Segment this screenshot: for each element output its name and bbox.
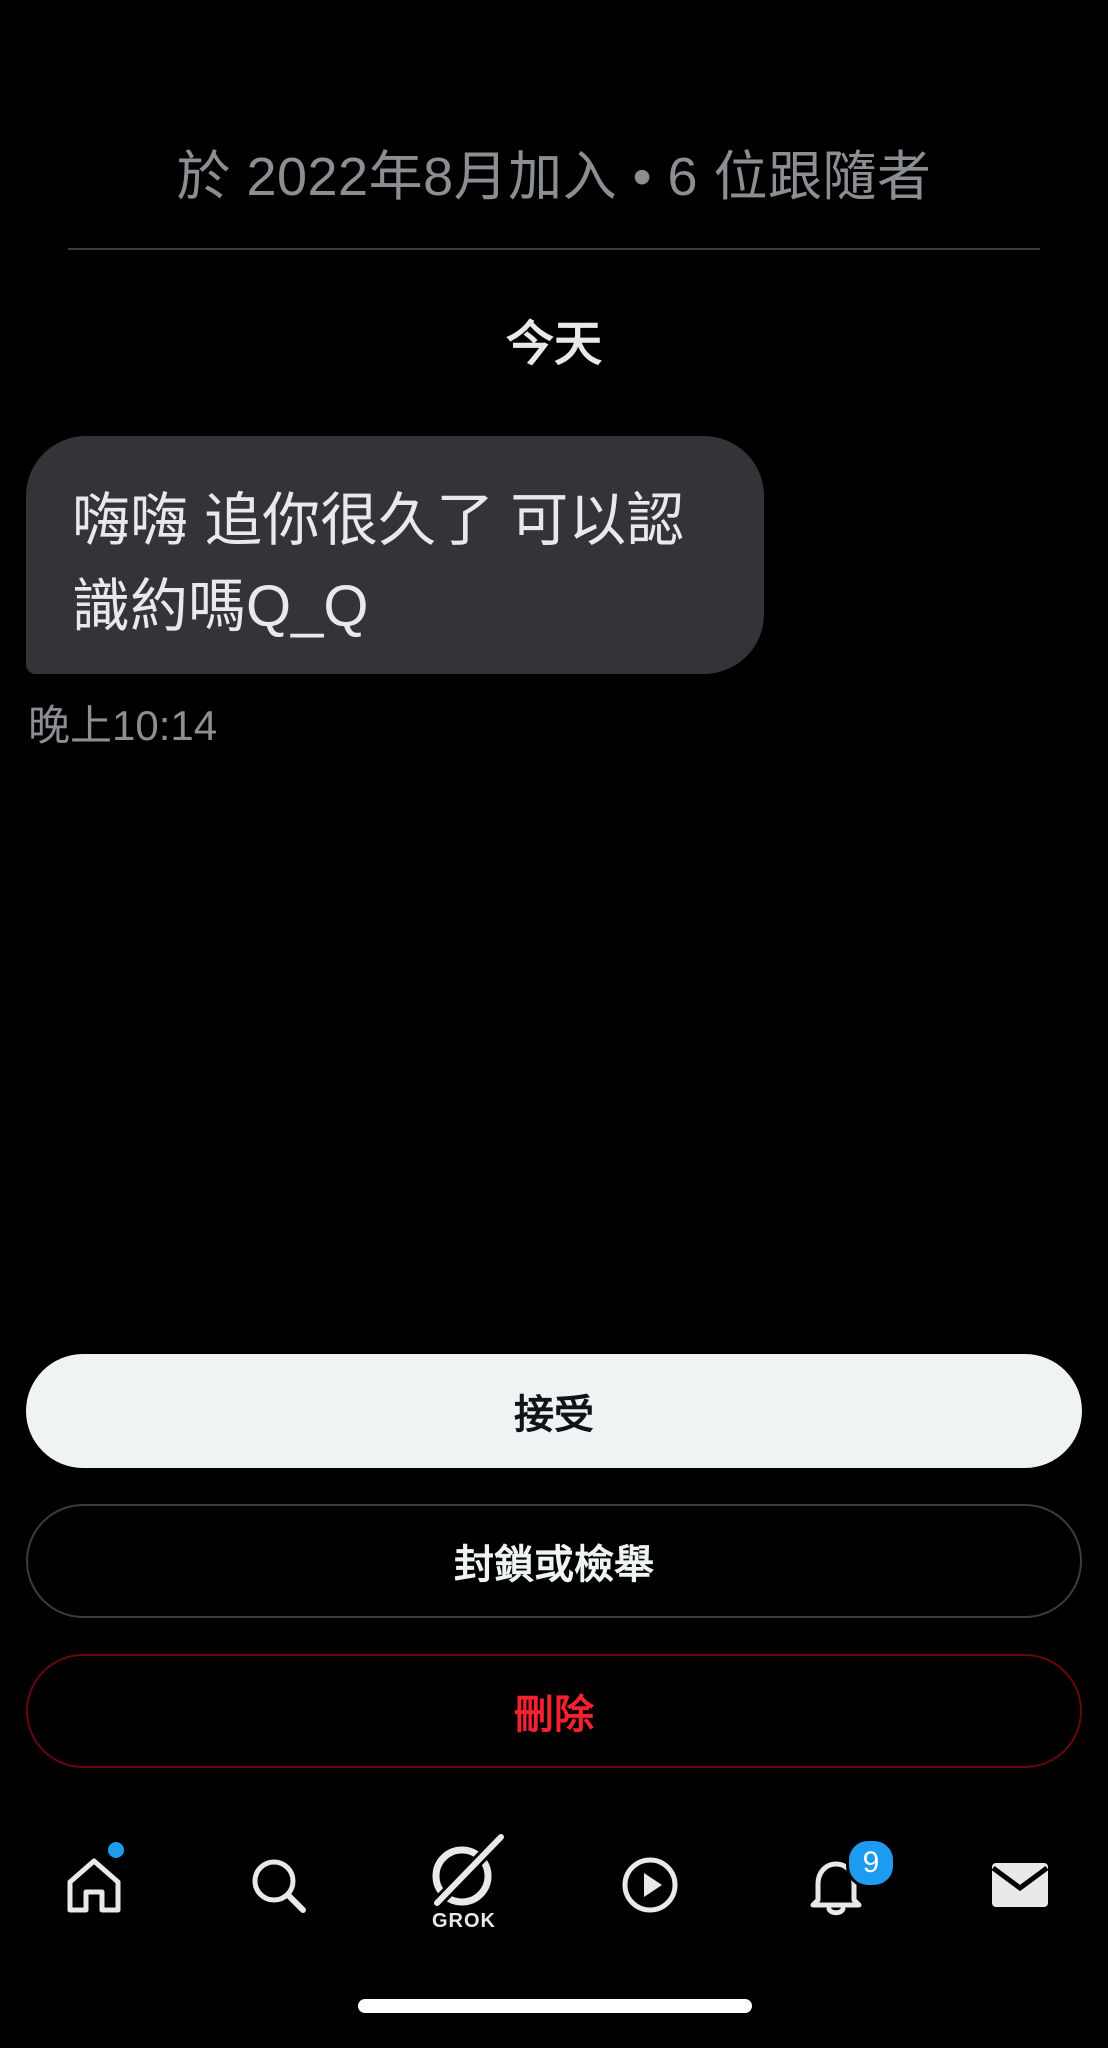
message-text-line2: 識約嗎Q_Q [72,574,369,639]
tab-video[interactable] [580,1820,720,1950]
tab-messages[interactable] [950,1820,1090,1950]
accept-button[interactable]: 接受 [26,1354,1082,1468]
play-icon [622,1857,678,1913]
message-text-line1: 嗨嗨 追你很久了 可以認 [72,488,685,553]
tab-grok[interactable]: GROK [394,1820,534,1950]
message-bubble[interactable]: 嗨嗨 追你很久了 可以認 識約嗎Q_Q [26,436,764,674]
divider [68,248,1040,250]
tab-search[interactable] [208,1820,348,1950]
mail-icon [991,1863,1049,1907]
tab-home[interactable] [24,1820,164,1950]
day-label: 今天 [505,318,602,371]
home-indicator [358,1999,752,2013]
block-or-report-button[interactable]: 封鎖或檢舉 [26,1504,1082,1618]
notifications-badge: 9 [846,1838,896,1888]
search-icon [252,1859,306,1913]
tab-notifications[interactable]: 9 [766,1820,906,1950]
bottom-tab-bar: GROK 9 [0,1820,1108,1950]
grok-label: GROK [432,1910,496,1932]
message-time: 晚上10:14 [28,702,218,749]
home-icon [67,1858,121,1913]
home-notification-dot [108,1842,124,1858]
profile-meta: 於 2022年8月加入 • 6 位跟隨者 [176,147,932,207]
delete-button[interactable]: 刪除 [26,1654,1082,1768]
grok-icon [432,1834,504,1906]
